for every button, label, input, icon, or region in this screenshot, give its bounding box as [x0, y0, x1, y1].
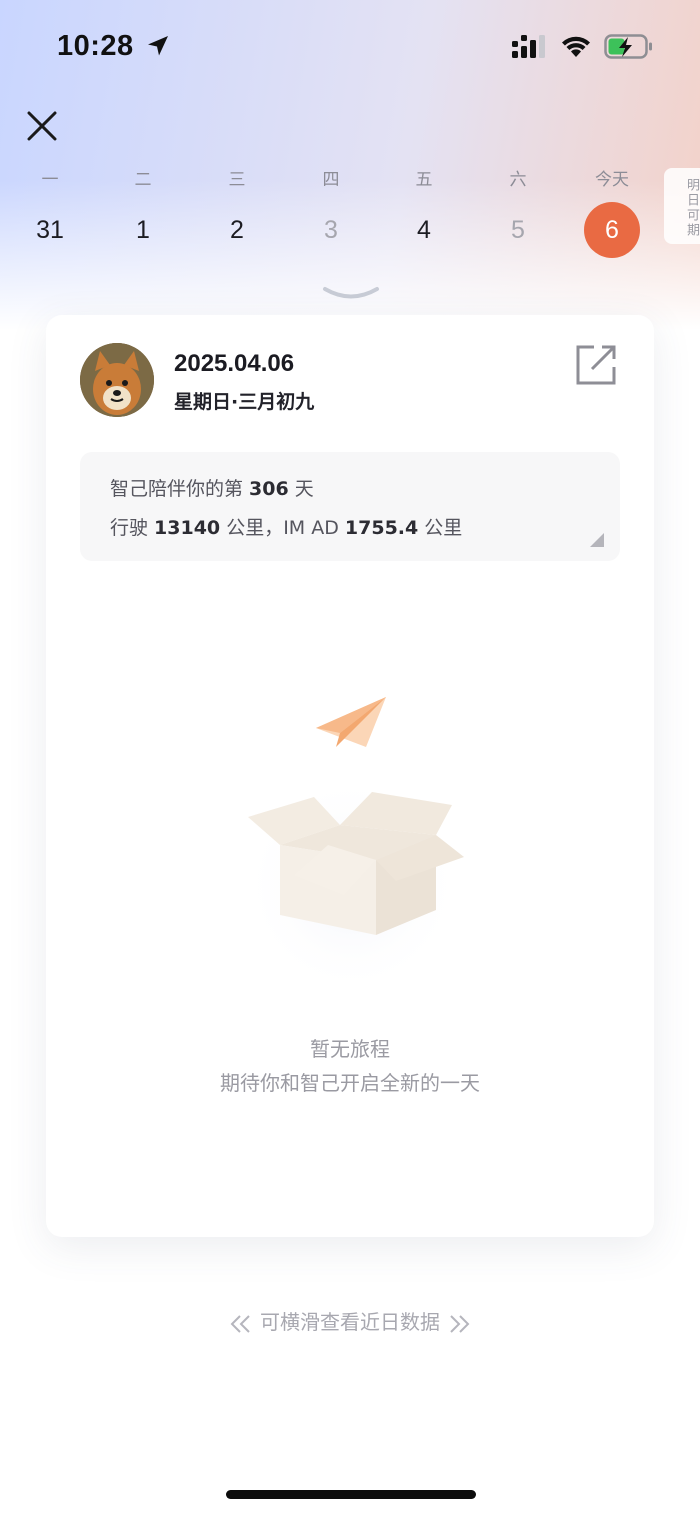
battery-charging-icon — [604, 34, 652, 59]
location-arrow-icon — [148, 36, 168, 56]
date-title: 2025.04.06 — [174, 350, 295, 377]
day-number: 4 — [417, 216, 431, 244]
day-label: 今天 — [595, 170, 629, 190]
stats-panel: 智己陪伴你的第 306 天 行驶 13140 公里，IM AD 1755.4 公… — [80, 452, 620, 561]
stats-text: 行驶 — [110, 517, 155, 539]
day-number: 1 — [136, 216, 150, 244]
day-label: 五 — [415, 170, 433, 190]
day-wed[interactable]: 三 2 — [202, 166, 272, 258]
chevron-down-icon[interactable] — [321, 284, 381, 304]
day-mon[interactable]: 一 31 — [15, 166, 85, 258]
home-indicator[interactable] — [226, 1490, 476, 1499]
day-label: 六 — [509, 170, 527, 190]
dog-photo — [80, 343, 154, 417]
stats-text: 公里 — [418, 517, 463, 539]
ad-distance-value: 1755.4 — [344, 517, 419, 539]
empty-state-subtitle: 期待你和智己开启全新的一天 — [220, 1071, 480, 1095]
double-chevron-left-icon — [230, 1314, 250, 1333]
share-external-icon[interactable] — [574, 343, 618, 387]
day-label: 一 — [41, 170, 59, 190]
day-number: 5 — [511, 216, 525, 244]
stats-text: 智己陪伴你的第 — [110, 478, 250, 500]
day-number: 6 — [584, 202, 640, 258]
day-label: 三 — [228, 170, 246, 190]
status-bar: 10:28 — [0, 0, 700, 94]
wifi-icon — [562, 36, 590, 57]
day-thu[interactable]: 四 3 — [296, 166, 366, 258]
day-tue[interactable]: 二 1 — [108, 166, 178, 258]
distance-value: 13140 — [154, 517, 221, 539]
swipe-hint-text: 可横滑查看近日数据 — [260, 1310, 440, 1334]
cellular-signal-icon — [512, 35, 545, 58]
day-today[interactable]: 今天 6 — [577, 166, 647, 258]
expand-corner-icon[interactable] — [590, 533, 604, 547]
avatar — [80, 343, 154, 417]
day-number: 2 — [230, 216, 244, 244]
companion-days-line: 智己陪伴你的第 306 天 — [110, 474, 314, 501]
double-chevron-right-icon — [450, 1314, 470, 1333]
empty-state-title: 暂无旅程 — [310, 1037, 390, 1061]
trip-calendar-screen: 10:28 一 31 二 1 三 2 四 3 五 4 六 5 今天 6 明日可期… — [0, 0, 700, 1514]
day-sat[interactable]: 六 5 — [483, 166, 553, 258]
day-fri[interactable]: 五 4 — [389, 166, 459, 258]
day-label: 四 — [322, 170, 340, 190]
tomorrow-tab[interactable]: 明日可期 — [664, 168, 700, 244]
date-subtitle: 星期日·三月初九 — [174, 391, 315, 413]
day-label: 二 — [134, 170, 152, 190]
stats-text: 公里，IM AD — [220, 517, 345, 539]
week-strip: 一 31 二 1 三 2 四 3 五 4 六 5 今天 6 — [0, 166, 660, 262]
trip-card: 2025.04.06 星期日·三月初九 智己陪伴你的第 306 天 行驶 131… — [46, 315, 654, 1237]
close-button[interactable] — [22, 106, 62, 146]
stats-text: 天 — [288, 478, 314, 500]
status-time: 10:28 — [57, 30, 134, 62]
distance-line: 行驶 13140 公里，IM AD 1755.4 公里 — [110, 513, 462, 540]
empty-box-icon — [242, 697, 464, 985]
day-number: 31 — [36, 216, 64, 244]
day-number: 3 — [324, 216, 338, 244]
companion-days-value: 306 — [249, 478, 289, 500]
paper-plane-icon — [316, 697, 386, 747]
swipe-hint: 可横滑查看近日数据 — [0, 1306, 700, 1335]
